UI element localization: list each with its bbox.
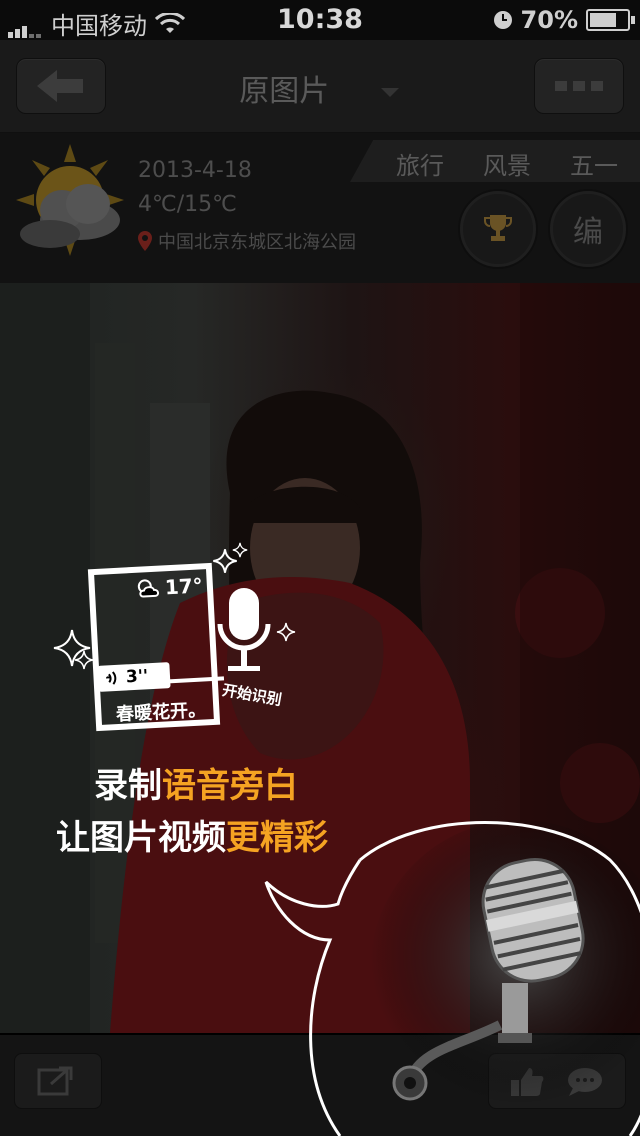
headline-2-white: 让图片视频 xyxy=(56,818,226,858)
sparkle-icon xyxy=(276,622,296,642)
weather-sun-cloud-icon xyxy=(137,579,160,598)
sparkle-icon xyxy=(232,542,248,558)
card-temperature: 17° xyxy=(164,573,204,600)
headline-1-white: 录制 xyxy=(94,766,162,806)
start-recognize-label: 开始识别 xyxy=(220,680,284,710)
tutorial-overlay[interactable]: 17° 3'' 春暖花开。 开始识别 录制语音旁白 让图片视频更精彩 xyxy=(0,0,640,1136)
headline-1-orange: 语音旁白 xyxy=(162,766,298,806)
microphone-icon xyxy=(217,588,271,671)
voice-length: 3'' xyxy=(125,666,149,688)
voice-length-badge: 3'' xyxy=(97,662,171,692)
sound-wave-icon xyxy=(106,671,117,685)
sparkle-icon xyxy=(74,650,94,670)
studio-microphone-icon xyxy=(392,857,585,1101)
tutorial-headline-1: 录制语音旁白 xyxy=(94,758,298,807)
card-caption: 春暖花开。 xyxy=(115,699,207,726)
